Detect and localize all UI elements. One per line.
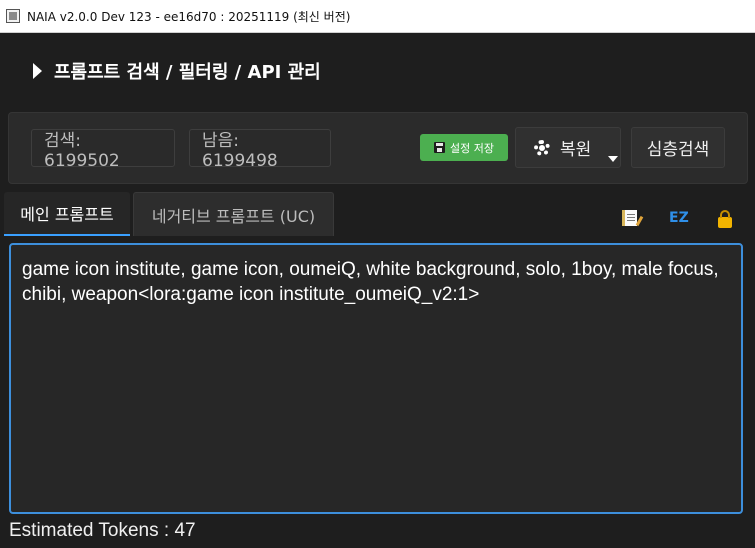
search-control-panel: 검색: 6199502 남음: 6199498 설정 저장 복원 심층검색 [8,112,748,184]
lock-icon[interactable] [718,210,732,228]
save-settings-button[interactable]: 설정 저장 [420,134,508,161]
deep-search-button[interactable]: 심층검색 [631,127,725,168]
caret-right-icon[interactable] [33,63,42,79]
tab-main-prompt[interactable]: 메인 프롬프트 [4,192,130,236]
main-prompt-textarea[interactable]: game icon institute, game icon, oumeiQ, … [9,243,743,514]
restore-button[interactable]: 복원 [515,127,621,168]
window-titlebar: NAIA v2.0.0 Dev 123 - ee16d70 : 20251119… [0,0,755,33]
floppy-disk-icon [434,142,445,153]
app-icon [6,9,20,23]
remaining-count-label: 남음: 6199498 [189,129,331,171]
gear-icon [534,139,550,156]
section-header[interactable]: 프롬프트 검색 / 필터링 / API 관리 [33,58,321,84]
save-settings-label: 설정 저장 [450,141,494,155]
dropdown-arrow-icon[interactable] [608,156,618,162]
section-title: 프롬프트 검색 / 필터링 / API 관리 [54,62,321,83]
tab-negative-prompt[interactable]: 네거티브 프롬프트 (UC) [133,192,334,236]
estimated-tokens-label: Estimated Tokens : 47 [9,520,196,541]
restore-label: 복원 [560,140,592,160]
search-count-label: 검색: 6199502 [31,129,175,171]
window-title: NAIA v2.0.0 Dev 123 - ee16d70 : 20251119… [27,9,351,24]
ez-mode-button[interactable]: EZ [669,210,689,226]
notepad-icon[interactable] [622,210,637,226]
